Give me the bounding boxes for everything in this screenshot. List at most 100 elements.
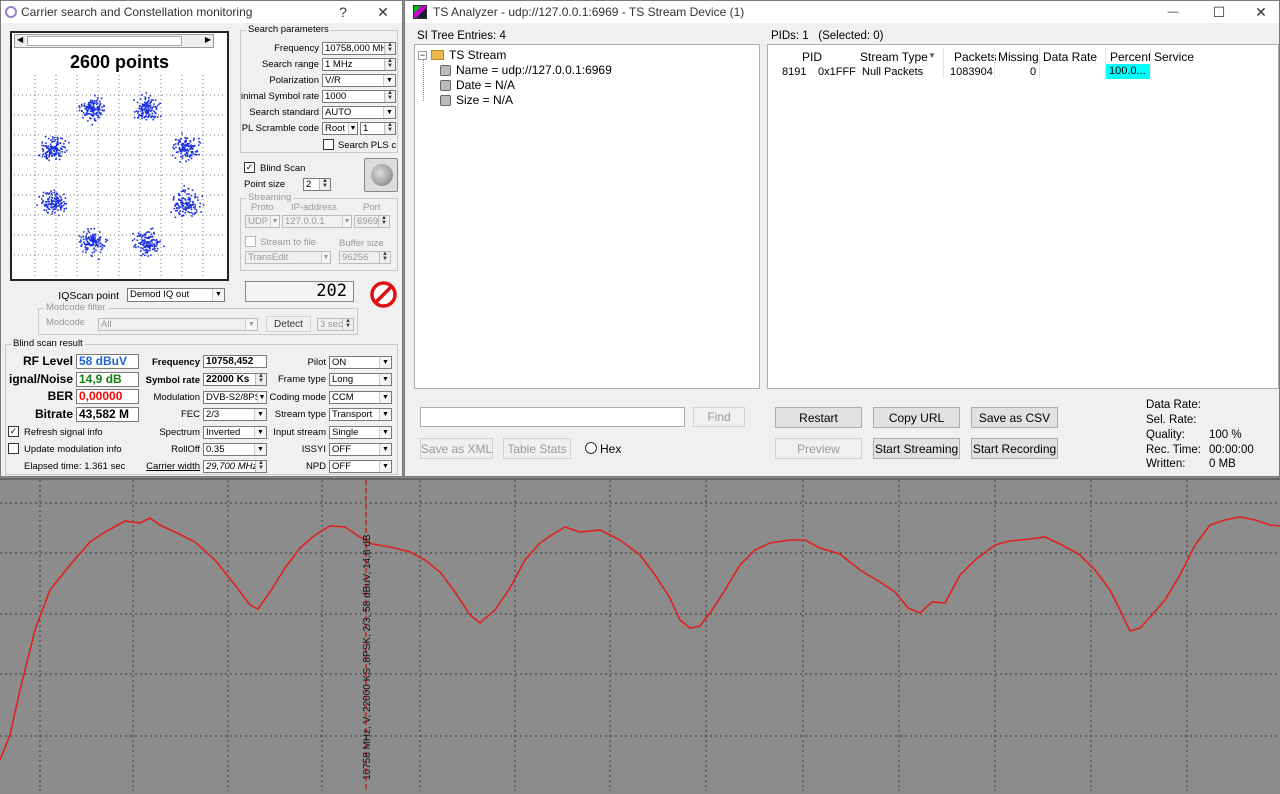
chevron-down-icon[interactable]: ▼ (379, 444, 391, 455)
minimize-button[interactable]: — (1153, 1, 1193, 23)
chevron-down-icon[interactable]: ▼ (212, 289, 224, 301)
stream-to-file-checkbox[interactable] (245, 236, 256, 247)
rolloff-select[interactable]: 0.35 ▼ (203, 443, 267, 456)
stream-file-select[interactable]: TransEdit ▼ (245, 251, 331, 264)
find-button[interactable]: Find (693, 407, 745, 427)
start-streaming-button[interactable]: Start Streaming (873, 438, 960, 459)
proto-select[interactable]: UDP ▼ (245, 215, 280, 228)
save-csv-button[interactable]: Save as CSV (971, 407, 1058, 428)
tree-item-size[interactable]: Size = N/A (440, 93, 513, 107)
chevron-down-icon[interactable]: ▼ (379, 409, 391, 420)
modulation-select[interactable]: DVB-S2/8PSK ▼ (203, 391, 267, 404)
tree-root-ts-stream[interactable]: − TS Stream (418, 48, 506, 62)
column-header-data-rate[interactable]: Data Rate (1043, 50, 1097, 64)
point-size-spinner[interactable]: ▲ ▼ (319, 179, 330, 190)
chevron-down-icon[interactable]: ▼ (379, 374, 391, 385)
chevron-down-icon[interactable]: ▼ (383, 107, 395, 118)
close-button[interactable]: ✕ (363, 1, 402, 23)
iqscan-select[interactable]: Demod IQ out ▼ (127, 288, 225, 302)
buffer-size-spinner[interactable]: ▲ ▼ (379, 252, 390, 263)
ts-close-button[interactable]: ✕ (1241, 1, 1279, 23)
input-stream-select[interactable]: Single ▼ (329, 426, 392, 439)
fec-select[interactable]: 2/3 ▼ (203, 408, 267, 421)
ts-analyzer-window[interactable]: TS Analyzer - udp://127.0.0.1:6969 - TS … (404, 0, 1280, 477)
buffer-size-input[interactable]: 96256 ▲ ▼ (339, 251, 391, 264)
search-standard-select[interactable]: AUTO ▼ (322, 106, 396, 119)
npd-select[interactable]: OFF ▼ (329, 460, 392, 473)
detect-button[interactable]: Detect (266, 316, 311, 332)
sec-spinner[interactable]: ▲ ▼ (342, 319, 353, 330)
coding-mode-select[interactable]: CCM ▼ (329, 391, 392, 404)
start-recording-button[interactable]: Start Recording (971, 438, 1058, 459)
chevron-down-icon[interactable]: ▼ (379, 461, 391, 472)
pl-scramble-code-input[interactable]: 1 ▲ ▼ (360, 122, 396, 135)
table-stats-button[interactable]: Table Stats (503, 438, 571, 459)
frame-type-select[interactable]: Long ▼ (329, 373, 392, 386)
frequency-spinner[interactable]: ▲ ▼ (384, 43, 395, 54)
ts-titlebar[interactable]: TS Analyzer - udp://127.0.0.1:6969 - TS … (405, 1, 1279, 23)
chevron-down-icon[interactable]: ▼ (245, 319, 257, 330)
collapse-icon[interactable]: − (418, 50, 427, 60)
satellite-dish-button[interactable] (364, 158, 398, 192)
scroll-thumb[interactable] (27, 36, 182, 46)
scroll-right-icon[interactable]: ▶ (205, 35, 211, 44)
chevron-down-icon[interactable]: ▼ (342, 216, 351, 227)
search-range-spinner[interactable]: ▲ ▼ (384, 59, 395, 70)
search-pls-checkbox[interactable] (323, 139, 334, 150)
polarization-select[interactable]: V/R ▼ (322, 74, 396, 87)
search-range-input[interactable]: 1 MHz ▲ ▼ (322, 58, 396, 71)
sec-input[interactable]: 3 sec ▲ ▼ (317, 318, 354, 331)
pl-scramble-mode-select[interactable]: Root ▼ (322, 122, 358, 135)
si-tree-panel[interactable]: − TS Stream Name = udp://127.0.0.1:6969 … (414, 44, 760, 389)
maximize-button[interactable]: ☐ (1199, 1, 1239, 23)
port-spinner[interactable]: ▲ ▼ (378, 216, 389, 227)
chevron-down-icon[interactable]: ▼ (321, 252, 330, 263)
min-symbol-rate-spinner[interactable]: ▲ ▼ (384, 91, 395, 102)
spectrum-panel[interactable]: 10758 MHz, V, 22000 KS ,8PSK, 2/3, 58 dB… (0, 478, 1280, 791)
preview-button[interactable]: Preview (775, 438, 862, 459)
chevron-down-icon[interactable]: ▼ (379, 357, 391, 368)
column-header-percent[interactable]: Percent (1110, 50, 1151, 64)
find-input[interactable] (420, 407, 685, 427)
point-size-input[interactable]: 2 ▲ ▼ (303, 178, 331, 191)
pilot-select[interactable]: ON ▼ (329, 356, 392, 369)
tree-item-date[interactable]: Date = N/A (440, 78, 515, 92)
ip-address-select[interactable]: 127.0.0.1 ▼ (282, 215, 352, 228)
refresh-signal-checkbox[interactable]: ✓ (8, 426, 19, 437)
chevron-down-icon[interactable]: ▼ (348, 123, 357, 134)
carrier-width-label[interactable]: Carrier width (141, 461, 200, 472)
chevron-down-icon[interactable]: ▼ (379, 427, 391, 438)
port-input[interactable]: 6969 ▲ ▼ (354, 215, 390, 228)
issyi-select[interactable]: OFF ▼ (329, 443, 392, 456)
min-symbol-rate-input[interactable]: 1000 ▲ ▼ (322, 90, 396, 103)
pl-scramble-spinner[interactable]: ▲ ▼ (384, 123, 395, 134)
hex-checkbox[interactable] (585, 442, 597, 454)
column-header-service[interactable]: Service (1154, 50, 1194, 64)
column-header-pid[interactable]: PID (802, 50, 822, 64)
stream-type-select[interactable]: Transport ▼ (329, 408, 392, 421)
frequency-input[interactable]: 10758,000 MHz ▲ ▼ (322, 42, 396, 55)
save-xml-button[interactable]: Save as XML (420, 438, 493, 459)
column-header-stream-type[interactable]: Stream Type (860, 50, 928, 64)
carrier-search-window[interactable]: Carrier search and Constellation monitor… (0, 0, 403, 477)
chevron-down-icon[interactable]: ▼ (379, 392, 391, 403)
blind-scan-checkbox[interactable]: ✓ (244, 162, 255, 173)
carrier-titlebar[interactable]: Carrier search and Constellation monitor… (1, 1, 402, 23)
stop-button[interactable] (368, 280, 399, 309)
update-modulation-checkbox[interactable] (8, 443, 19, 454)
tree-item-name[interactable]: Name = udp://127.0.0.1:6969 (440, 63, 612, 77)
pids-table[interactable]: PID Stream Type ▼ Packets Missing Data R… (767, 44, 1279, 389)
modcode-select[interactable]: All ▼ (98, 318, 258, 331)
scroll-left-icon[interactable]: ◀ (17, 35, 23, 44)
help-button[interactable]: ? (323, 1, 363, 23)
spectrum-select[interactable]: Inverted ▼ (203, 426, 267, 439)
chevron-down-icon[interactable]: ▼ (383, 75, 395, 86)
symbol-rate-spinner[interactable]: ▲ ▼ (255, 374, 266, 385)
column-header-missing[interactable]: Missing (998, 50, 1039, 64)
copy-url-button[interactable]: Copy URL (873, 407, 960, 428)
chevron-down-icon[interactable]: ▼ (270, 216, 279, 227)
constellation-scrollbar[interactable]: ◀ ▶ (14, 34, 214, 48)
tree-item-label: Date = N/A (456, 78, 516, 92)
restart-button[interactable]: Restart (775, 407, 862, 428)
column-header-packets[interactable]: Packets (954, 50, 997, 64)
